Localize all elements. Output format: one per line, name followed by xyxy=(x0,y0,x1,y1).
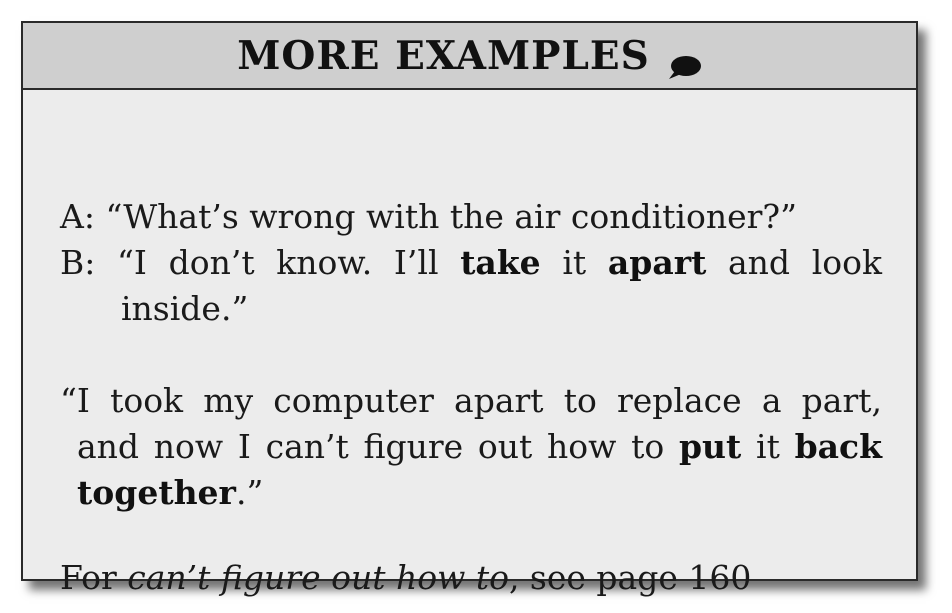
dialogue-line-a: A: “What’s wrong with the air conditione… xyxy=(60,194,880,240)
dialogue-b-text-4: inside.” xyxy=(121,289,249,328)
speaker-b: B: xyxy=(60,243,96,282)
card-header: MORE EXAMPLES xyxy=(23,23,916,90)
header-title: MORE EXAMPLES xyxy=(237,32,650,79)
phrasal-verb-back: back xyxy=(794,427,883,466)
reference-phrase: can’t figure out how to xyxy=(127,558,509,597)
dialogue-line-b-continued: inside.” xyxy=(121,286,248,332)
example2-line3: together.” xyxy=(77,470,263,516)
reference-prefix: For xyxy=(60,558,117,597)
phrasal-verb-take: take xyxy=(460,243,541,282)
example2-text-2: and now I can’t figure out how to xyxy=(77,427,665,466)
example2-text-3: it xyxy=(756,427,780,466)
speech-bubble-icon xyxy=(666,45,702,79)
example2-text-1: “I took my computer apart to replace a p… xyxy=(60,381,882,420)
reference-suffix: , see page 160 xyxy=(508,558,752,597)
dialogue-b-text-2: it xyxy=(562,243,587,282)
dialogue-b-text-3: and look xyxy=(728,243,882,282)
speaker-a: A: xyxy=(60,197,95,236)
page-reference: For can’t figure out how to, see page 16… xyxy=(60,555,751,601)
example2-text-4: .” xyxy=(235,473,264,512)
dialogue-line-b: B: “I don’t know. I’ll take it apart and… xyxy=(60,240,882,286)
phrasal-verb-apart: apart xyxy=(607,243,707,282)
examples-card: MORE EXAMPLES A: “What’s wrong with the … xyxy=(21,21,918,597)
dialogue-a-text: “What’s wrong with the air conditioner?” xyxy=(105,197,797,236)
example2-line1: “I took my computer apart to replace a p… xyxy=(60,378,882,424)
phrasal-verb-together: together xyxy=(77,473,236,512)
dialogue-b-text-1: “I don’t know. I’ll xyxy=(117,243,439,282)
example2-line2: and now I can’t figure out how to put it… xyxy=(77,424,882,470)
phrasal-verb-put: put xyxy=(678,427,742,466)
